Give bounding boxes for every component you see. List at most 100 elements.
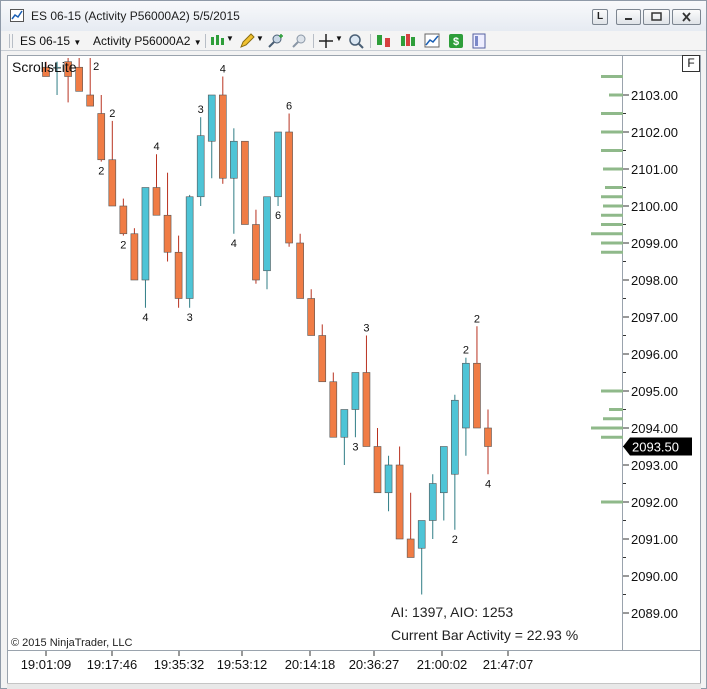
candle xyxy=(163,172,172,262)
candle-body xyxy=(230,140,238,179)
activity-count-label: 6 xyxy=(286,101,292,113)
candle xyxy=(252,209,260,284)
activity-count-label: 2 xyxy=(452,534,458,546)
activity-count-label: 3 xyxy=(198,104,204,116)
candle-body xyxy=(108,159,117,207)
candle-body xyxy=(185,196,194,299)
activity-count-label: 2 xyxy=(98,166,104,178)
candle-body xyxy=(473,362,481,429)
candle: 2 xyxy=(108,108,117,207)
price-tick-label: 2101.00 xyxy=(631,162,678,177)
current-price-label: 2093.50 xyxy=(632,440,679,455)
volume-profile-bar xyxy=(601,195,623,199)
candle-body xyxy=(439,446,448,494)
candle-body xyxy=(274,131,282,198)
candle: 6 xyxy=(274,131,282,222)
candle: 3 xyxy=(351,372,360,453)
price-tick-label: 2099.00 xyxy=(631,236,678,251)
candle xyxy=(207,94,216,179)
candle: 4 xyxy=(230,128,238,250)
candle xyxy=(296,233,304,299)
candle xyxy=(174,235,183,308)
volume-profile-bar xyxy=(601,223,623,226)
candle-body xyxy=(263,196,271,272)
candle: 2 xyxy=(119,198,128,252)
price-tick-label: 2094.00 xyxy=(631,421,678,436)
price-tick-label: 2090.00 xyxy=(631,569,678,584)
candle: 2 xyxy=(462,345,470,456)
candle-body xyxy=(196,135,205,198)
candle-body xyxy=(340,409,349,438)
candle xyxy=(439,446,448,521)
volume-profile-bar xyxy=(603,167,623,171)
candle: 6 xyxy=(285,101,293,247)
candle-body xyxy=(417,520,426,549)
candle xyxy=(130,228,139,281)
candle-body xyxy=(351,372,360,410)
candle xyxy=(318,324,327,383)
horizontal-scrollbar[interactable] xyxy=(7,683,701,689)
price-tick-label: 2089.00 xyxy=(631,606,678,621)
candle xyxy=(340,409,349,465)
current-price-tag: 2093.50 xyxy=(623,437,692,456)
candle xyxy=(263,196,271,290)
volume-profile-bar xyxy=(601,130,623,134)
candle: 4 xyxy=(141,187,150,324)
candle xyxy=(373,428,382,494)
candle xyxy=(384,455,393,512)
time-tick-label: 20:14:18 xyxy=(285,657,336,672)
price-tick-label: 2091.00 xyxy=(631,532,678,547)
candle-body xyxy=(285,131,293,244)
candle: 4 xyxy=(219,64,227,184)
price-tick-label: 2102.00 xyxy=(631,125,678,140)
candle-body xyxy=(406,538,415,558)
candle-body xyxy=(141,187,150,281)
volume-profile-bar xyxy=(601,389,623,393)
indicator-label: ScrollsLite xyxy=(12,59,77,75)
candle: 2 xyxy=(473,313,481,429)
activity-count-label: 4 xyxy=(220,64,226,76)
time-tick-label: 19:53:12 xyxy=(217,657,268,672)
activity-index-text: AI: 1397, AIO: 1253 xyxy=(391,604,514,620)
candle-body xyxy=(219,94,227,179)
candle-body xyxy=(373,446,382,494)
activity-count-label: 3 xyxy=(187,312,193,324)
candle-body xyxy=(296,242,304,299)
candle-body xyxy=(362,372,371,447)
activity-count-label: 4 xyxy=(485,478,491,490)
price-tick-label: 2100.00 xyxy=(631,199,678,214)
candle xyxy=(428,474,437,539)
activity-count-label: 2 xyxy=(109,108,115,120)
f-toggle-button[interactable]: F xyxy=(682,55,700,72)
candle: 4 xyxy=(152,141,161,216)
candle xyxy=(395,446,404,540)
candle-body xyxy=(174,251,183,299)
candle: 3 xyxy=(362,323,371,447)
candle: 2 xyxy=(86,58,99,107)
candle-body xyxy=(384,464,393,494)
time-tick-label: 19:17:46 xyxy=(87,657,138,672)
volume-profile-bar xyxy=(601,435,623,439)
volume-profile-bar xyxy=(601,250,623,254)
candle-body xyxy=(207,94,216,142)
candle-body xyxy=(395,464,404,540)
candle-body xyxy=(130,233,139,281)
volume-profile-bar xyxy=(601,500,623,504)
volume-profile-bar xyxy=(601,149,623,152)
candle: 4 xyxy=(484,409,492,490)
activity-count-label: 3 xyxy=(352,441,358,453)
candle-body xyxy=(329,381,338,438)
candle-body xyxy=(241,140,249,225)
candle: 3 xyxy=(185,194,194,324)
activity-count-label: 2 xyxy=(93,61,99,73)
volume-profile-bar xyxy=(605,186,623,189)
candle-body xyxy=(428,483,437,521)
candle-body xyxy=(97,113,106,161)
volume-profile-bar xyxy=(601,213,623,217)
activity-count-label: 2 xyxy=(120,240,126,252)
price-tick-label: 2103.00 xyxy=(631,88,678,103)
candle-body xyxy=(484,427,492,447)
volume-profile-bar xyxy=(601,112,623,115)
price-tick-label: 2097.00 xyxy=(631,310,678,325)
candle xyxy=(307,289,316,336)
